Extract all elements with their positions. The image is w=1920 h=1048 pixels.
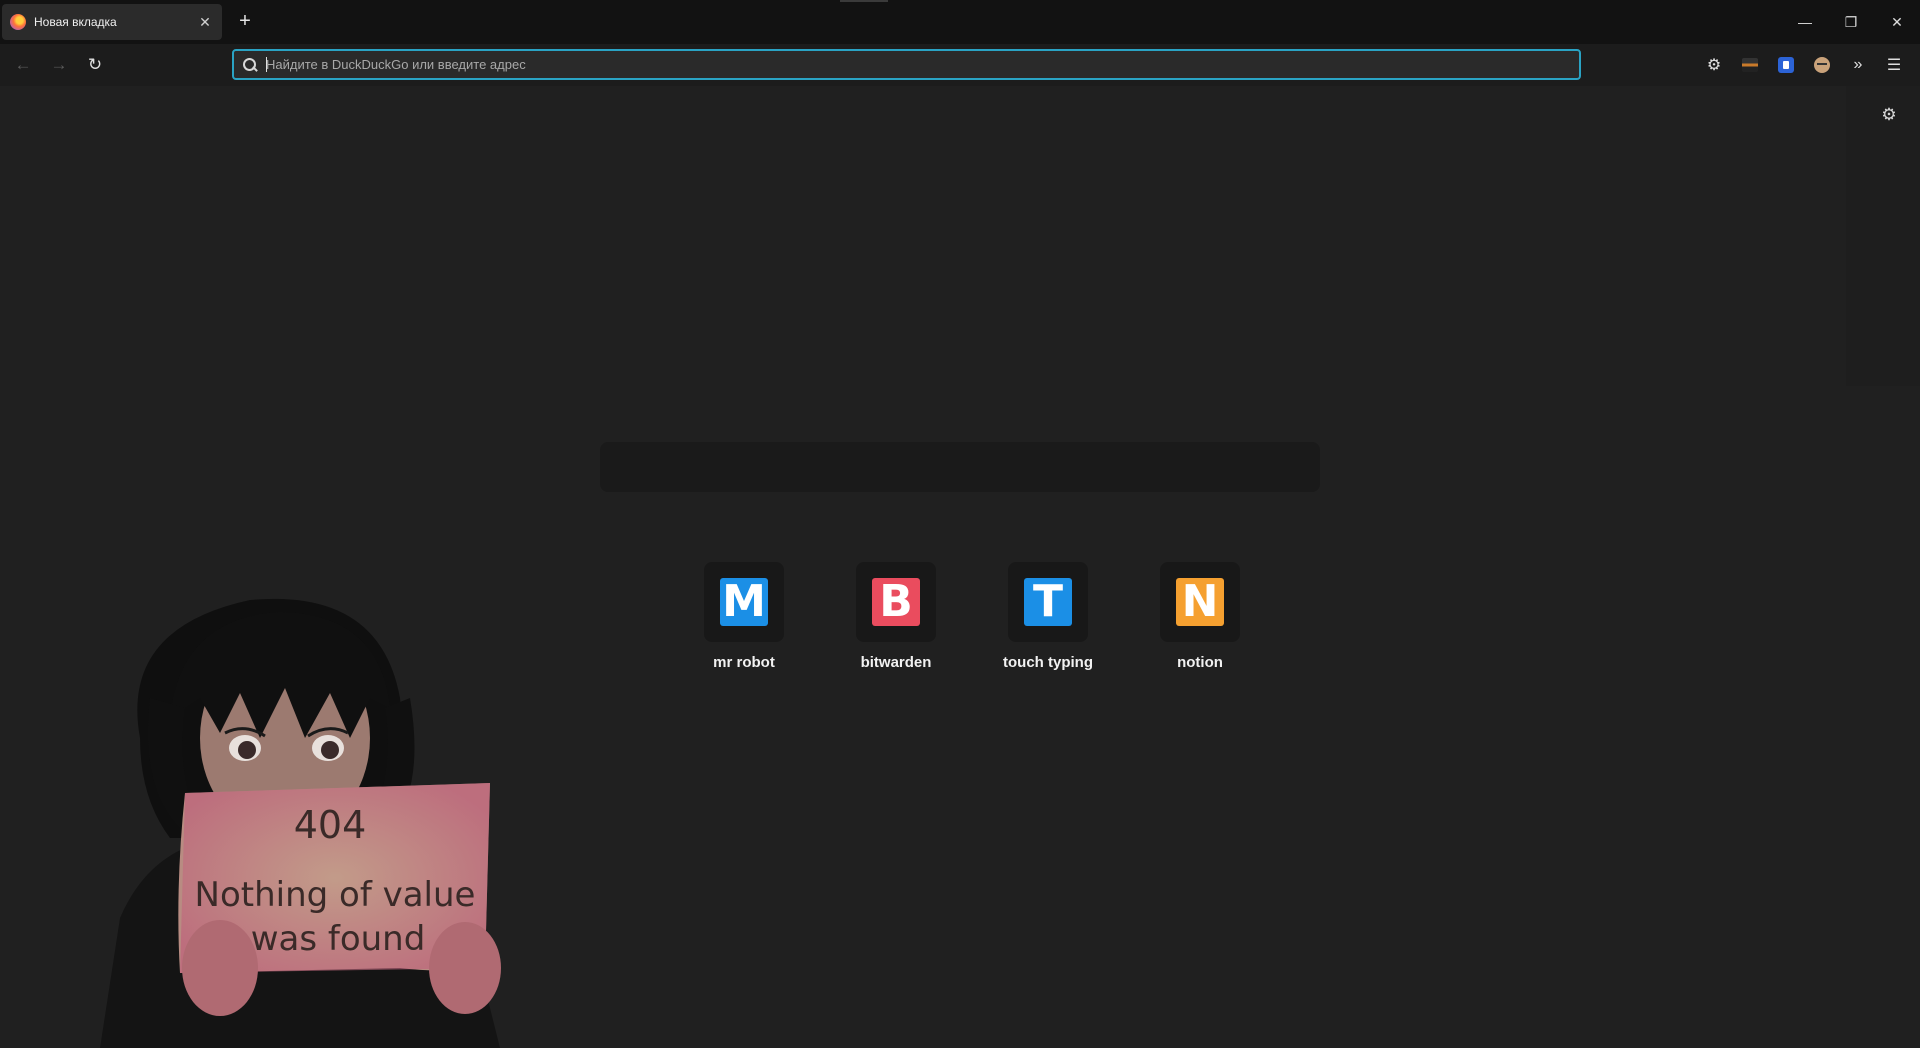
reload-button[interactable]: ↻ — [80, 50, 110, 80]
address-bar[interactable] — [232, 49, 1581, 80]
shortcut-touch-typing[interactable]: T touch typing — [972, 562, 1124, 671]
tab-strip: Новая вкладка ✕ + — ❐ ✕ — [0, 0, 1920, 44]
shortcut-tile[interactable]: N — [1160, 562, 1240, 642]
sign-text-line2: Nothing of value — [195, 875, 476, 915]
toolbar-right: ⚙ » ☰ — [1696, 50, 1912, 80]
shortcut-label: notion — [1177, 654, 1223, 671]
shortcut-label: touch typing — [1003, 654, 1093, 671]
settings-button[interactable]: ⚙ — [1696, 50, 1732, 80]
shortcut-label: bitwarden — [860, 654, 932, 671]
n-letter-icon: N — [1176, 578, 1224, 626]
close-tab-icon[interactable]: ✕ — [196, 13, 214, 31]
forward-button[interactable]: → — [44, 50, 74, 80]
tab-title: Новая вкладка — [34, 15, 117, 29]
tab-new-tab[interactable]: Новая вкладка ✕ — [2, 4, 222, 40]
t-letter-icon: T — [1024, 578, 1072, 626]
minimize-button[interactable]: — — [1782, 0, 1828, 44]
shortcut-bitwarden[interactable]: B bitwarden — [820, 562, 972, 671]
extension-button-1[interactable] — [1732, 50, 1768, 80]
extension-icon — [1742, 58, 1758, 72]
m-letter-icon: M — [720, 578, 768, 626]
search-icon — [242, 57, 258, 73]
page-settings-icon[interactable]: ⚙ — [1878, 104, 1900, 126]
shortcut-notion[interactable]: N notion — [1124, 562, 1276, 671]
sign-text-line3: was found — [251, 919, 426, 959]
window-controls: — ❐ ✕ — [1782, 0, 1920, 44]
restore-button[interactable]: ❐ — [1828, 0, 1874, 44]
navigation-toolbar: ← → ↻ ⚙ » ☰ — [0, 44, 1920, 86]
close-window-button[interactable]: ✕ — [1874, 0, 1920, 44]
side-strip — [1846, 86, 1920, 386]
page-search-box[interactable] — [600, 442, 1320, 492]
text-caret — [266, 57, 267, 72]
url-input[interactable] — [266, 57, 1546, 72]
back-button[interactable]: ← — [8, 50, 38, 80]
sign-text-404: 404 — [294, 803, 367, 847]
drag-indicator — [840, 0, 888, 2]
shortcut-tile[interactable]: M — [704, 562, 784, 642]
b-letter-icon: B — [872, 578, 920, 626]
shortcut-mr-robot[interactable]: M mr robot — [668, 562, 820, 671]
new-tab-button[interactable]: + — [232, 8, 258, 34]
avatar-extension-icon — [1814, 57, 1830, 73]
firefox-icon — [10, 14, 26, 30]
extension-button-3[interactable] — [1804, 50, 1840, 80]
shortcut-label: mr robot — [713, 654, 775, 671]
top-sites: M mr robot B bitwarden T touch typing N … — [668, 562, 1276, 671]
bitwarden-extension-button[interactable] — [1768, 50, 1804, 80]
new-tab-page: ⚙ M mr robot B bitwarden T touch typing … — [0, 86, 1920, 1048]
overflow-menu-button[interactable]: » — [1840, 50, 1876, 80]
shortcut-tile[interactable]: B — [856, 562, 936, 642]
app-menu-button[interactable]: ☰ — [1876, 50, 1912, 80]
bitwarden-icon — [1778, 57, 1794, 73]
shortcut-tile[interactable]: T — [1008, 562, 1088, 642]
404-illustration: 404 Nothing of value was found — [100, 598, 501, 1048]
